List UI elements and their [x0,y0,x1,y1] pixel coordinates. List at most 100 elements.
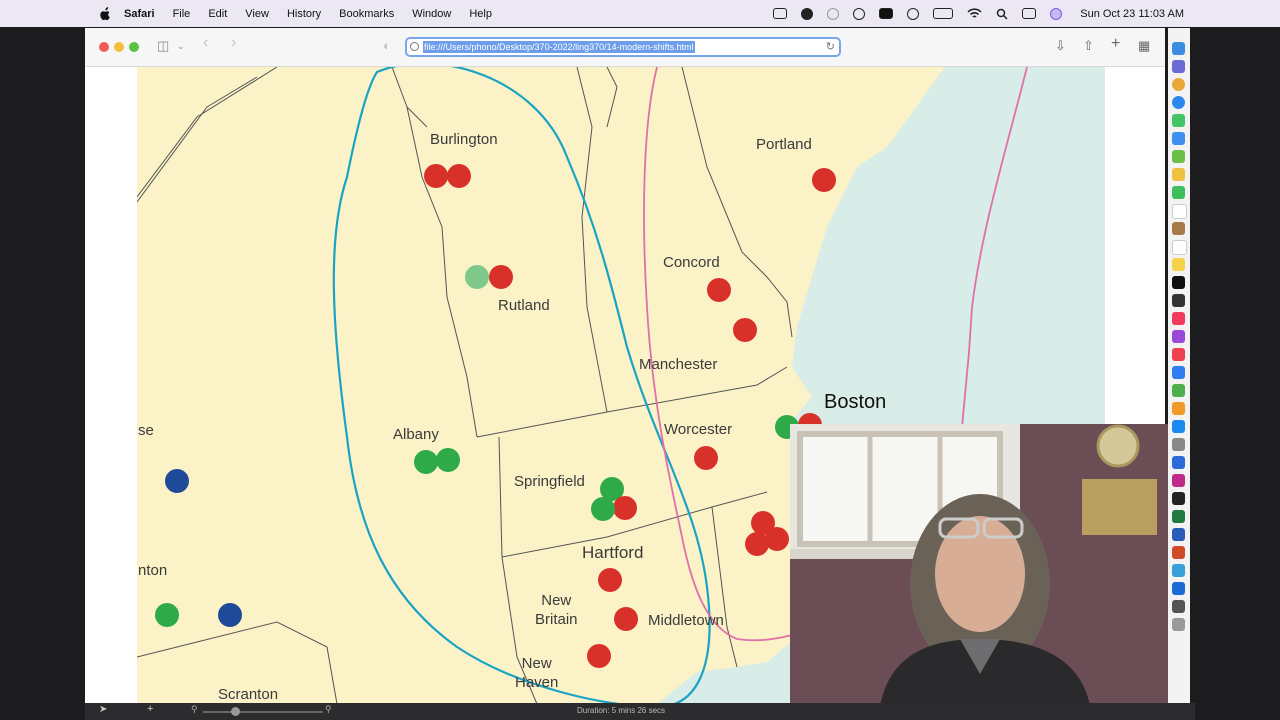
menu-help[interactable]: Help [469,8,492,20]
point-binghamton-2[interactable] [218,603,242,627]
zoom-window-button[interactable] [129,42,139,52]
new-tab-icon[interactable]: + [1111,35,1120,53]
launchpad-icon[interactable] [1172,60,1185,73]
label-binghamton: nton [138,562,168,579]
point-syracuse[interactable] [165,469,189,493]
excel-icon[interactable] [1172,510,1185,523]
reload-icon[interactable]: ↻ [826,40,835,53]
keynote-icon[interactable] [1172,366,1185,379]
point-hartford[interactable] [598,568,622,592]
camera-icon[interactable] [773,8,788,19]
point-new-haven[interactable] [587,644,611,668]
point-manchester[interactable] [733,318,757,342]
terminal-icon[interactable] [1172,492,1185,505]
numbers-icon[interactable] [1172,384,1185,397]
menubar-clock[interactable]: Sun Oct 23 11:03 AM [1080,8,1184,20]
address-bar[interactable]: file:///Users/phono/Desktop/370-2022/lin… [405,37,841,57]
chevron-down-icon[interactable]: ⌄ [177,41,185,52]
facetime-icon[interactable] [1172,186,1185,199]
news-icon[interactable] [1172,348,1185,361]
forward-icon[interactable]: › [231,34,236,52]
safari-icon[interactable] [1172,96,1185,109]
download-icon[interactable]: ⇩ [1055,38,1066,54]
point-binghamton-1[interactable] [155,603,179,627]
point-albany-2[interactable] [436,448,460,472]
podcasts-icon[interactable] [1172,330,1185,343]
podcasts-dark-icon[interactable] [1172,294,1185,307]
sidebar-icon[interactable]: ◫ [157,38,169,54]
xcode-icon[interactable] [1172,456,1185,469]
reminders-icon[interactable] [1172,240,1187,255]
point-concord[interactable] [707,278,731,302]
wifi-icon[interactable] [967,8,982,19]
back-icon[interactable]: ‹ [203,34,208,52]
siri-icon[interactable] [1050,7,1063,20]
battery-icon[interactable] [933,8,954,19]
menu-window[interactable]: Window [412,8,451,20]
close-window-button[interactable] [99,42,109,52]
powerpoint-icon[interactable] [1172,546,1185,559]
point-middletown[interactable] [614,607,638,631]
menu-edit[interactable]: Edit [208,8,227,20]
control-center-icon[interactable] [1022,8,1037,19]
point-providence-3[interactable] [745,532,769,556]
point-rutland-2[interactable] [489,265,513,289]
zoom-in-icon[interactable]: ⚲ [325,704,332,715]
tab-overview-icon[interactable]: ▦ [1138,38,1150,54]
screenflow-icon[interactable] [1172,474,1185,487]
point-burlington-1[interactable] [424,164,448,188]
zoom-out-icon[interactable]: ⚲ [191,704,198,715]
minimize-window-button[interactable] [114,42,124,52]
maps-icon[interactable] [1172,150,1185,163]
menu-app-name[interactable]: Safari [124,8,155,20]
record-icon[interactable] [801,7,814,20]
settings-icon[interactable] [1172,438,1185,451]
pages-icon[interactable] [1172,402,1185,415]
li-icon[interactable] [879,8,894,19]
music-icon[interactable] [1172,312,1185,325]
pointer-tool-icon[interactable]: ➤ [99,704,107,715]
trash-icon[interactable] [1172,618,1185,631]
chrome-icon[interactable] [1172,78,1185,91]
menu-history[interactable]: History [287,8,321,20]
point-albany-1[interactable] [414,450,438,474]
vpn-icon[interactable] [827,7,840,20]
search-icon[interactable] [996,8,1008,20]
point-worcester[interactable] [694,446,718,470]
presenter-video [790,424,1168,706]
address-url[interactable]: file:///Users/phono/Desktop/370-2022/lin… [423,41,695,53]
share-icon[interactable]: ⇧ [1083,38,1094,54]
zoom-slider[interactable] [203,711,323,713]
finder-icon[interactable] [1172,42,1185,55]
recording-duration: Duration: 5 mins 26 secs [577,706,666,715]
point-portland[interactable] [812,168,836,192]
status-area: Sun Oct 23 11:03 AM [773,0,1184,27]
app-store-icon[interactable] [1172,420,1185,433]
calendar-icon[interactable] [1172,204,1187,219]
contacts-icon[interactable] [1172,222,1185,235]
outlook-icon[interactable] [1172,582,1185,595]
menu-file[interactable]: File [173,8,191,20]
mail-icon[interactable] [1172,132,1185,145]
menu-bookmarks[interactable]: Bookmarks [339,8,394,20]
notes-icon[interactable] [1172,258,1185,271]
point-springfield-2[interactable] [613,496,637,520]
point-providence-2[interactable] [765,527,789,551]
tv-icon[interactable] [1172,276,1185,289]
shield-icon[interactable]: ◐ [383,38,391,53]
play-icon[interactable] [907,7,920,20]
downloads-folder-icon[interactable] [1172,600,1185,613]
photos-icon[interactable] [1172,168,1185,181]
zoom-icon[interactable] [1172,564,1185,577]
messages-icon[interactable] [1172,114,1185,127]
menu-view[interactable]: View [245,8,269,20]
label-new-britain: New Britain [535,592,578,628]
add-icon[interactable]: + [147,703,153,715]
time-machine-icon[interactable] [853,7,866,20]
point-rutland-1[interactable] [465,265,489,289]
apple-menu-icon[interactable] [98,6,112,21]
point-springfield-3[interactable] [591,497,615,521]
word-icon[interactable] [1172,528,1185,541]
zoom-slider-knob[interactable] [231,707,240,716]
point-burlington-2[interactable] [447,164,471,188]
